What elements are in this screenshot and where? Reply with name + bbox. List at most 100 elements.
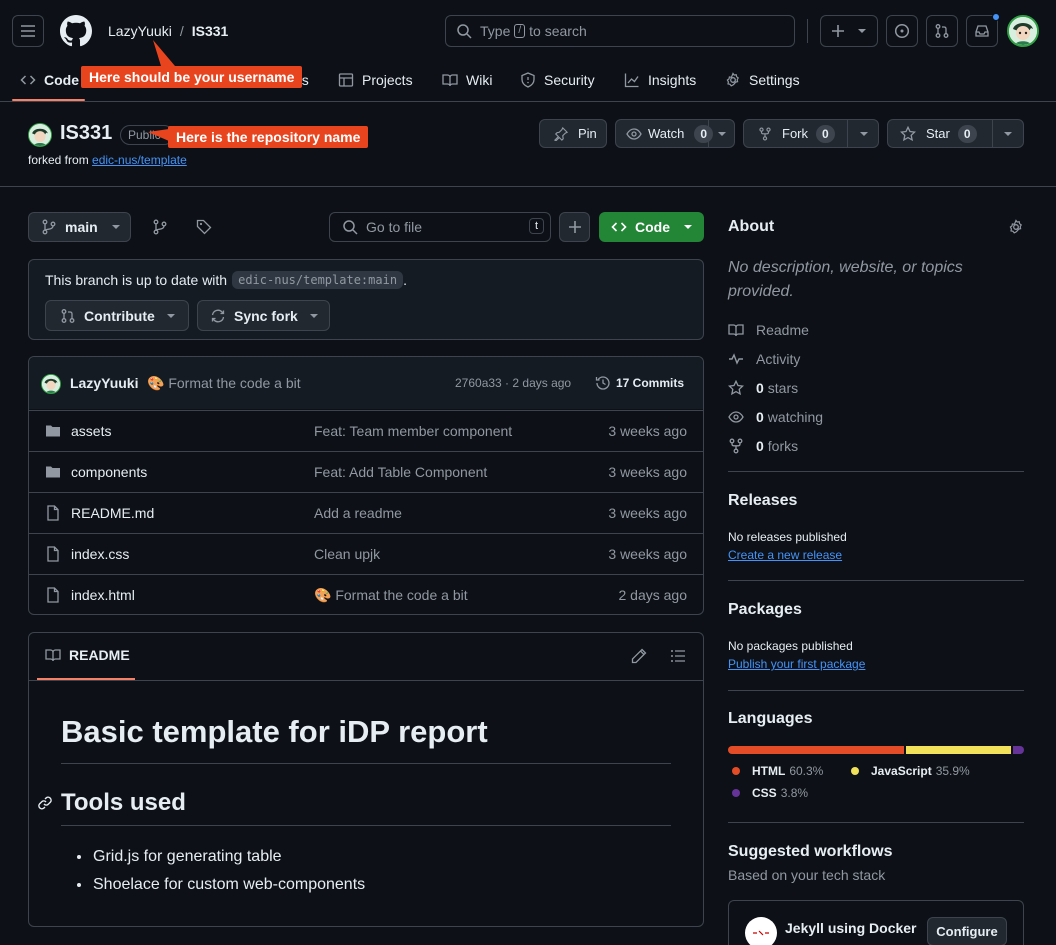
create-new-button[interactable] xyxy=(820,15,878,47)
github-logo-icon[interactable] xyxy=(60,15,92,47)
about-forks-link[interactable]: 0 forks xyxy=(728,436,798,456)
packages-title[interactable]: Packages xyxy=(728,601,802,619)
tab-wiki[interactable]: Wiki xyxy=(442,66,492,94)
about-readme-link[interactable]: Readme xyxy=(728,320,809,340)
releases-none: No releases published xyxy=(728,530,847,544)
tab-settings[interactable]: Settings xyxy=(725,66,800,94)
add-file-button[interactable] xyxy=(559,212,590,242)
contribute-label: Contribute xyxy=(84,307,155,324)
language-css[interactable]: CSS 3.8% xyxy=(732,786,808,800)
branches-button[interactable] xyxy=(152,219,168,235)
language-name: CSS xyxy=(752,786,777,800)
search-input[interactable]: Type / to search xyxy=(445,15,795,47)
issues-button[interactable] xyxy=(886,15,918,47)
about-readme-label: Readme xyxy=(756,322,809,338)
repo-forked-icon xyxy=(729,438,743,454)
star-button[interactable]: Star 0 xyxy=(887,119,1024,148)
code-icon xyxy=(611,222,627,232)
folder-icon xyxy=(46,425,60,437)
file-row[interactable]: README.md Add a readme 3 weeks ago xyxy=(29,492,703,533)
about-watching-link[interactable]: 0 watching xyxy=(728,407,823,427)
hamburger-icon xyxy=(21,25,35,37)
create-release-link[interactable]: Create a new release xyxy=(728,548,842,562)
readme-list-item: Grid.js for generating table xyxy=(77,843,365,871)
eye-icon xyxy=(728,411,744,423)
search-placeholder-prefix: Type xyxy=(480,23,511,39)
fork-button[interactable]: Fork 0 xyxy=(743,119,879,148)
watch-button[interactable]: Watch 0 xyxy=(615,119,735,148)
workflow-configure-button[interactable]: Configure xyxy=(927,917,1007,945)
language-javascript[interactable]: JavaScript 35.9% xyxy=(851,764,970,778)
gear-icon xyxy=(726,72,739,87)
language-dot xyxy=(732,767,740,775)
notifications-button[interactable] xyxy=(966,13,1000,47)
pin-button[interactable]: Pin xyxy=(539,119,607,148)
about-settings-button[interactable] xyxy=(1008,219,1024,235)
avatar-icon xyxy=(1009,17,1037,45)
file-name[interactable]: components xyxy=(71,464,147,480)
user-avatar[interactable] xyxy=(1007,15,1039,47)
tag-icon xyxy=(196,219,212,235)
about-activity-label: Activity xyxy=(756,351,801,367)
tab-security[interactable]: Security xyxy=(520,66,595,94)
readme-outline-button[interactable] xyxy=(670,648,686,664)
workflow-name: Jekyll using Docker xyxy=(785,920,917,936)
about-stars-link[interactable]: 0 stars xyxy=(728,378,798,398)
language-html[interactable]: HTML 60.3% xyxy=(732,764,823,778)
readme-tab[interactable]: README xyxy=(45,647,130,663)
commit-message[interactable]: 🎨 Format the code a bit xyxy=(147,375,301,392)
go-to-file-input[interactable]: Go to file t xyxy=(329,212,551,242)
search-icon xyxy=(343,220,358,235)
readme-list-item: Shoelace for custom web-components xyxy=(77,871,365,899)
code-button[interactable]: Code xyxy=(599,212,704,242)
plus-icon xyxy=(832,25,844,37)
repo-title[interactable]: IS331 xyxy=(60,122,112,145)
tags-button[interactable] xyxy=(196,219,212,235)
breadcrumb-repo[interactable]: IS331 xyxy=(192,23,229,39)
branch-status-ref[interactable]: edic-nus/template:main xyxy=(232,271,404,289)
tab-insights[interactable]: Insights xyxy=(624,66,696,94)
releases-title[interactable]: Releases xyxy=(728,492,797,510)
branch-selector[interactable]: main xyxy=(28,212,131,242)
header-menu-button[interactable] xyxy=(12,15,44,47)
language-percent: 3.8% xyxy=(780,786,809,800)
about-description: No description, website, or topics provi… xyxy=(728,259,963,300)
file-commit-message[interactable]: Feat: Team member component xyxy=(314,423,512,439)
languages-title: Languages xyxy=(728,710,813,727)
file-name[interactable]: index.html xyxy=(71,587,135,603)
contribute-button[interactable]: Contribute xyxy=(45,300,189,331)
sidebar-divider xyxy=(728,471,1024,472)
commits-history-link[interactable]: 17 Commits xyxy=(595,375,684,391)
watch-label: Watch xyxy=(648,126,685,141)
anchor-link-icon[interactable] xyxy=(37,795,53,811)
file-name[interactable]: index.css xyxy=(71,546,129,562)
commit-author[interactable]: LazyYuuki xyxy=(70,375,138,391)
file-row[interactable]: index.css Clean upjk 3 weeks ago xyxy=(29,533,703,574)
chevron-down-icon xyxy=(1004,132,1012,136)
file-name[interactable]: README.md xyxy=(71,505,154,521)
sidebar-divider xyxy=(728,580,1024,581)
tab-code[interactable]: Code xyxy=(20,66,79,94)
title-section-border xyxy=(0,186,1056,187)
commit-author-avatar[interactable] xyxy=(41,374,61,394)
commit-hash-time[interactable]: 2760a33 · 2 days ago xyxy=(455,376,571,390)
file-commit-message[interactable]: 🎨 Format the code a bit xyxy=(314,587,468,604)
file-row[interactable]: index.html 🎨 Format the code a bit 2 day… xyxy=(29,574,703,615)
file-row[interactable]: components Feat: Add Table Component 3 w… xyxy=(29,451,703,492)
tab-projects[interactable]: Projects xyxy=(338,66,413,94)
file-name[interactable]: assets xyxy=(71,423,111,439)
file-commit-message[interactable]: Feat: Add Table Component xyxy=(314,464,487,480)
file-row[interactable]: assets Feat: Team member component 3 wee… xyxy=(29,410,703,451)
about-stars-count: 0 xyxy=(756,380,764,396)
file-commit-message[interactable]: Add a readme xyxy=(314,505,402,521)
file-commit-message[interactable]: Clean upjk xyxy=(314,546,380,562)
readme-edit-button[interactable] xyxy=(631,648,647,664)
forked-from-link[interactable]: edic-nus/template xyxy=(92,153,187,167)
about-activity-link[interactable]: Activity xyxy=(728,349,800,369)
sync-fork-button[interactable]: Sync fork xyxy=(197,300,330,331)
breadcrumb-owner[interactable]: LazyYuuki xyxy=(108,23,172,39)
file-icon xyxy=(47,546,59,562)
pulse-icon xyxy=(729,353,743,365)
pull-requests-button[interactable] xyxy=(926,15,958,47)
publish-package-link[interactable]: Publish your first package xyxy=(728,657,865,671)
